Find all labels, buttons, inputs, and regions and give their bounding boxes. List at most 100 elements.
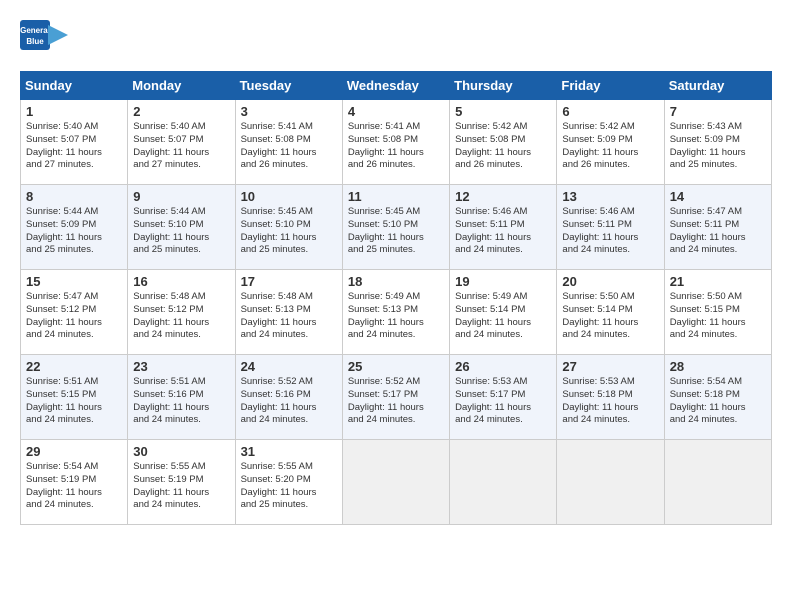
day-number: 9 <box>133 189 229 204</box>
calendar-cell: 7 Sunrise: 5:43 AM Sunset: 5:09 PM Daylig… <box>664 100 771 185</box>
day-info: Sunrise: 5:55 AM Sunset: 5:20 PM Dayligh… <box>241 461 337 512</box>
day-number: 4 <box>348 104 444 119</box>
day-number: 21 <box>670 274 766 289</box>
day-info: Sunrise: 5:48 AM Sunset: 5:13 PM Dayligh… <box>241 291 337 342</box>
page-header: General Blue <box>20 20 772 65</box>
calendar-cell: 8 Sunrise: 5:44 AM Sunset: 5:09 PM Daylig… <box>21 185 128 270</box>
calendar-cell: 30 Sunrise: 5:55 AM Sunset: 5:19 PM Dayli… <box>128 440 235 525</box>
calendar-cell: 6Sunrise: 5:42 AM Sunset: 5:09 PM Daylig… <box>557 100 664 185</box>
calendar-cell: 31 Sunrise: 5:55 AM Sunset: 5:20 PM Dayli… <box>235 440 342 525</box>
day-number: 28 <box>670 359 766 374</box>
svg-text:General: General <box>20 26 50 35</box>
column-header-saturday: Saturday <box>664 72 771 100</box>
day-number: 25 <box>348 359 444 374</box>
column-header-wednesday: Wednesday <box>342 72 449 100</box>
calendar-cell: 1Sunrise: 5:40 AM Sunset: 5:07 PM Daylig… <box>21 100 128 185</box>
day-info: Sunrise: 5:45 AM Sunset: 5:10 PM Dayligh… <box>241 206 337 257</box>
column-header-thursday: Thursday <box>450 72 557 100</box>
day-number: 12 <box>455 189 551 204</box>
calendar-cell: 3Sunrise: 5:41 AM Sunset: 5:08 PM Daylig… <box>235 100 342 185</box>
calendar-cell: 15 Sunrise: 5:47 AM Sunset: 5:12 PM Dayli… <box>21 270 128 355</box>
week-row-4: 22 Sunrise: 5:51 AM Sunset: 5:15 PM Dayli… <box>21 355 772 440</box>
day-number: 24 <box>241 359 337 374</box>
day-info: Sunrise: 5:44 AM Sunset: 5:09 PM Dayligh… <box>26 206 122 257</box>
svg-text:Blue: Blue <box>26 37 44 46</box>
day-info: Sunrise: 5:50 AM Sunset: 5:14 PM Dayligh… <box>562 291 658 342</box>
day-info: Sunrise: 5:47 AM Sunset: 5:11 PM Dayligh… <box>670 206 766 257</box>
day-number: 26 <box>455 359 551 374</box>
day-info: Sunrise: 5:42 AM Sunset: 5:08 PM Dayligh… <box>455 121 551 172</box>
column-header-sunday: Sunday <box>21 72 128 100</box>
calendar-cell: 9 Sunrise: 5:44 AM Sunset: 5:10 PM Daylig… <box>128 185 235 270</box>
day-number: 15 <box>26 274 122 289</box>
day-number: 29 <box>26 444 122 459</box>
calendar-cell: 19 Sunrise: 5:49 AM Sunset: 5:14 PM Dayli… <box>450 270 557 355</box>
calendar-cell: 17 Sunrise: 5:48 AM Sunset: 5:13 PM Dayli… <box>235 270 342 355</box>
day-info: Sunrise: 5:41 AM Sunset: 5:08 PM Dayligh… <box>348 121 444 172</box>
day-number: 18 <box>348 274 444 289</box>
calendar-cell: 4 Sunrise: 5:41 AM Sunset: 5:08 PM Daylig… <box>342 100 449 185</box>
column-header-monday: Monday <box>128 72 235 100</box>
day-info: Sunrise: 5:51 AM Sunset: 5:15 PM Dayligh… <box>26 376 122 427</box>
calendar-cell: 25 Sunrise: 5:52 AM Sunset: 5:17 PM Dayli… <box>342 355 449 440</box>
calendar-cell: 20 Sunrise: 5:50 AM Sunset: 5:14 PM Dayli… <box>557 270 664 355</box>
calendar-cell: 23Sunrise: 5:51 AM Sunset: 5:16 PM Dayli… <box>128 355 235 440</box>
calendar-cell: 13 Sunrise: 5:46 AM Sunset: 5:11 PM Dayli… <box>557 185 664 270</box>
calendar-cell: 5 Sunrise: 5:42 AM Sunset: 5:08 PM Daylig… <box>450 100 557 185</box>
day-number: 20 <box>562 274 658 289</box>
day-info: Sunrise: 5:49 AM Sunset: 5:14 PM Dayligh… <box>455 291 551 342</box>
day-info: Sunrise: 5:54 AM Sunset: 5:19 PM Dayligh… <box>26 461 122 512</box>
week-row-3: 15 Sunrise: 5:47 AM Sunset: 5:12 PM Dayli… <box>21 270 772 355</box>
day-info: Sunrise: 5:49 AM Sunset: 5:13 PM Dayligh… <box>348 291 444 342</box>
day-number: 16 <box>133 274 229 289</box>
day-number: 8 <box>26 189 122 204</box>
day-number: 17 <box>241 274 337 289</box>
day-number: 1 <box>26 104 122 119</box>
day-info: Sunrise: 5:45 AM Sunset: 5:10 PM Dayligh… <box>348 206 444 257</box>
day-number: 2 <box>133 104 229 119</box>
calendar-cell: 18 Sunrise: 5:49 AM Sunset: 5:13 PM Dayli… <box>342 270 449 355</box>
calendar-cell: 24Sunrise: 5:52 AM Sunset: 5:16 PM Dayli… <box>235 355 342 440</box>
day-number: 7 <box>670 104 766 119</box>
calendar-cell: 2 Sunrise: 5:40 AM Sunset: 5:07 PM Daylig… <box>128 100 235 185</box>
column-header-tuesday: Tuesday <box>235 72 342 100</box>
day-info: Sunrise: 5:55 AM Sunset: 5:19 PM Dayligh… <box>133 461 229 512</box>
day-number: 14 <box>670 189 766 204</box>
day-info: Sunrise: 5:53 AM Sunset: 5:18 PM Dayligh… <box>562 376 658 427</box>
week-row-2: 8 Sunrise: 5:44 AM Sunset: 5:09 PM Daylig… <box>21 185 772 270</box>
day-info: Sunrise: 5:52 AM Sunset: 5:17 PM Dayligh… <box>348 376 444 427</box>
day-info: Sunrise: 5:40 AM Sunset: 5:07 PM Dayligh… <box>133 121 229 172</box>
day-number: 19 <box>455 274 551 289</box>
calendar-cell: 29 Sunrise: 5:54 AM Sunset: 5:19 PM Dayli… <box>21 440 128 525</box>
day-info: Sunrise: 5:48 AM Sunset: 5:12 PM Dayligh… <box>133 291 229 342</box>
calendar-cell: 22 Sunrise: 5:51 AM Sunset: 5:15 PM Dayli… <box>21 355 128 440</box>
calendar-cell: 11 Sunrise: 5:45 AM Sunset: 5:10 PM Dayli… <box>342 185 449 270</box>
day-info: Sunrise: 5:50 AM Sunset: 5:15 PM Dayligh… <box>670 291 766 342</box>
day-info: Sunrise: 5:53 AM Sunset: 5:17 PM Dayligh… <box>455 376 551 427</box>
calendar-cell <box>557 440 664 525</box>
day-number: 5 <box>455 104 551 119</box>
calendar-cell: 28Sunrise: 5:54 AM Sunset: 5:18 PM Dayli… <box>664 355 771 440</box>
calendar-cell: 26 Sunrise: 5:53 AM Sunset: 5:17 PM Dayli… <box>450 355 557 440</box>
day-info: Sunrise: 5:41 AM Sunset: 5:08 PM Dayligh… <box>241 121 337 172</box>
day-number: 22 <box>26 359 122 374</box>
calendar-cell: 21 Sunrise: 5:50 AM Sunset: 5:15 PM Dayli… <box>664 270 771 355</box>
calendar-cell: 14 Sunrise: 5:47 AM Sunset: 5:11 PM Dayli… <box>664 185 771 270</box>
day-number: 27 <box>562 359 658 374</box>
day-info: Sunrise: 5:42 AM Sunset: 5:09 PM Dayligh… <box>562 121 658 172</box>
day-number: 10 <box>241 189 337 204</box>
day-info: Sunrise: 5:44 AM Sunset: 5:10 PM Dayligh… <box>133 206 229 257</box>
day-number: 30 <box>133 444 229 459</box>
day-info: Sunrise: 5:46 AM Sunset: 5:11 PM Dayligh… <box>455 206 551 257</box>
week-row-1: 1 Sunrise: 5:40 AM Sunset: 5:07 PM Daylig… <box>21 100 772 185</box>
day-info: Sunrise: 5:43 AM Sunset: 5:09 PM Dayligh… <box>670 121 766 172</box>
day-number: 11 <box>348 189 444 204</box>
day-number: 13 <box>562 189 658 204</box>
logo: General Blue <box>20 20 70 65</box>
day-number: 31 <box>241 444 337 459</box>
calendar-table: SundayMondayTuesdayWednesdayThursdayFrid… <box>20 71 772 525</box>
day-info: Sunrise: 5:47 AM Sunset: 5:12 PM Dayligh… <box>26 291 122 342</box>
calendar-cell: 10 Sunrise: 5:45 AM Sunset: 5:10 PM Dayli… <box>235 185 342 270</box>
calendar-cell <box>342 440 449 525</box>
day-info: Sunrise: 5:46 AM Sunset: 5:11 PM Dayligh… <box>562 206 658 257</box>
